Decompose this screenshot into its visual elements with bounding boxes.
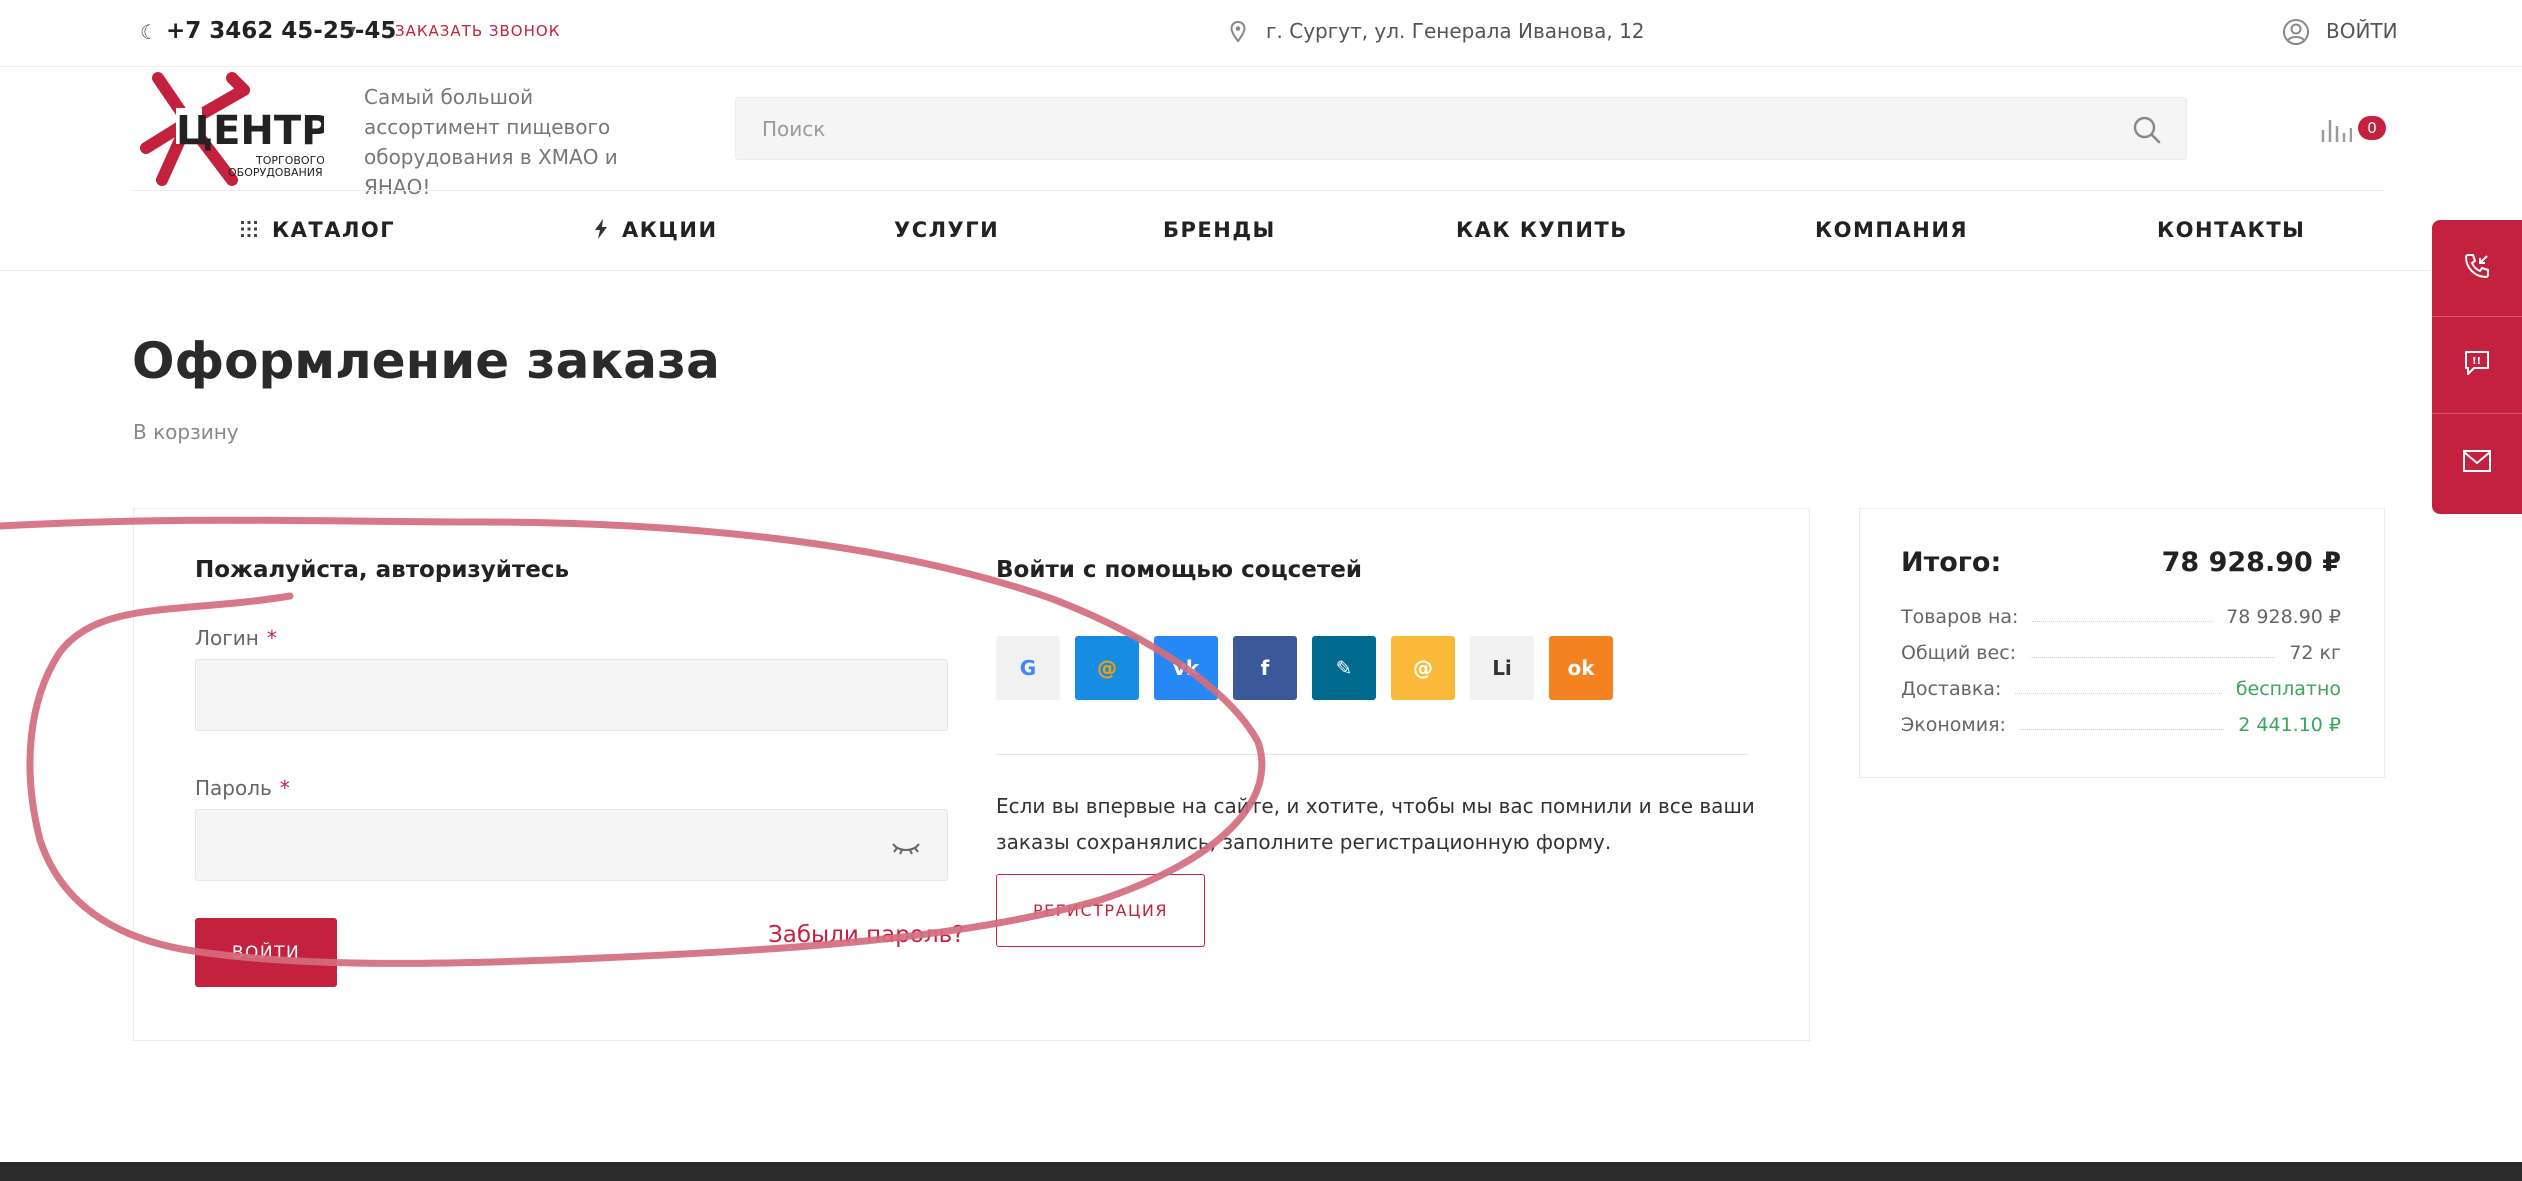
search-icon[interactable]: [2132, 115, 2162, 149]
chat-widget-button[interactable]: !!: [2432, 317, 2522, 414]
nav-item-brands[interactable]: БРЕНДЫ: [1163, 218, 1276, 242]
totals-row-label: Доставка:: [1901, 678, 2002, 700]
nav-item-how-to-buy[interactable]: КАК КУПИТЬ: [1456, 218, 1628, 242]
facebook-icon: f: [1260, 656, 1270, 680]
totals-row-value: 72 кг: [2289, 642, 2341, 664]
nav-item-company[interactable]: КОМПАНИЯ: [1815, 218, 1968, 242]
search-input[interactable]: [736, 98, 2186, 159]
phone-icon: ☾: [140, 20, 158, 44]
social-button-mail[interactable]: @: [1391, 636, 1455, 700]
totals-row: Экономия: 2 441.10 ₽: [1901, 712, 2341, 738]
social-button-facebook[interactable]: f: [1233, 636, 1297, 700]
mailru-icon: @: [1097, 656, 1117, 680]
main-nav: КАТАЛОГ АКЦИИ УСЛУГИ БРЕНДЫ КАК КУПИТЬ К…: [0, 191, 2522, 271]
phone-number[interactable]: +7 3462 45-25-45: [166, 18, 396, 44]
mail-icon: @: [1413, 656, 1433, 680]
totals-sum: 78 928.90 ₽: [2161, 547, 2341, 578]
register-button[interactable]: РЕГИСТРАЦИЯ: [996, 874, 1205, 947]
dotted-leader: [2032, 620, 2213, 622]
totals-row-value: 78 928.90 ₽: [2226, 606, 2341, 628]
login-field: [195, 659, 948, 731]
social-button-mailru[interactable]: @: [1075, 636, 1139, 700]
store-address: г. Сургут, ул. Генерала Иванова, 12: [1266, 19, 1645, 43]
nav-item-catalog[interactable]: КАТАЛОГ: [240, 218, 395, 243]
slogan: Самый большой ассортимент пищевого обору…: [364, 85, 618, 199]
logo-line2: ОБОРУДОВАНИЯ: [228, 166, 323, 179]
dotted-leader: [2015, 692, 2222, 694]
forgot-password-link[interactable]: Забыли пароль?: [768, 922, 964, 948]
compare-count-badge: 0: [2358, 116, 2386, 140]
login-link[interactable]: ВОЙТИ: [2326, 19, 2398, 43]
login-button[interactable]: ВОЙТИ: [195, 918, 337, 987]
password-label-text: Пароль: [195, 776, 272, 800]
social-button-google[interactable]: G: [996, 636, 1060, 700]
auth-title: Пожалуйста, авторизуйтесь: [195, 557, 570, 583]
nav-item-contacts[interactable]: КОНТАКТЫ: [2157, 218, 2305, 242]
phone-incoming-icon: [2462, 251, 2492, 285]
password-input[interactable]: [196, 810, 947, 880]
back-to-cart-link[interactable]: В корзину: [133, 420, 239, 444]
location-pin-icon: [1230, 20, 1246, 47]
social-button-odnoklassniki[interactable]: ok: [1549, 636, 1613, 700]
nav-item-promos[interactable]: АКЦИИ: [594, 218, 718, 244]
livejournal-icon: ✎: [1335, 656, 1353, 680]
site-logo[interactable]: ЦЕНТР ТОРГОВОГО ОБОРУДОВАНИЯ: [132, 68, 331, 192]
totals-row: Доставка: бесплатно: [1901, 676, 2341, 702]
chevron-down-icon[interactable]: ▾: [350, 22, 356, 36]
dotted-leader: [2019, 728, 2225, 730]
nav-item-services[interactable]: УСЛУГИ: [894, 218, 999, 242]
social-button-livejournal[interactable]: ✎: [1312, 636, 1376, 700]
user-icon[interactable]: [2282, 18, 2310, 50]
registration-text: Если вы впервые на сайте, и хотите, чтоб…: [996, 794, 1755, 854]
totals-row-value: 2 441.10 ₽: [2238, 714, 2341, 736]
nav-label: АКЦИИ: [622, 218, 718, 242]
required-mark: *: [266, 626, 277, 650]
login-label-text: Логин: [195, 626, 259, 650]
login-label: Логин *: [195, 626, 277, 650]
login-input[interactable]: [196, 660, 947, 730]
nav-label: КАТАЛОГ: [272, 218, 396, 242]
page-title: Оформление заказа: [132, 332, 720, 390]
grid-icon: [240, 219, 258, 243]
totals-title: Итого:: [1901, 547, 2002, 578]
eye-closed-icon[interactable]: [891, 840, 921, 859]
social-login-title: Войти с помощью соцсетей: [996, 557, 1362, 583]
odnoklassniki-icon: ok: [1567, 656, 1595, 680]
required-mark: *: [279, 776, 290, 800]
envelope-icon: [2462, 449, 2492, 477]
vk-icon: vk: [1172, 656, 1200, 680]
top-bar: ☾ +7 3462 45-25-45 ▾ ЗАКАЗАТЬ ЗВОНОК г. …: [0, 0, 2522, 67]
social-button-liveinternet[interactable]: Li: [1470, 636, 1534, 700]
search-bar: [735, 97, 2187, 160]
side-contact-widgets: !!: [2432, 220, 2522, 514]
email-widget-button[interactable]: [2432, 414, 2522, 511]
totals-row: Общий вес: 72 кг: [1901, 640, 2341, 666]
totals-row-label: Общий вес:: [1901, 642, 2017, 664]
callback-widget-button[interactable]: [2432, 220, 2522, 317]
totals-row-label: Экономия:: [1901, 714, 2006, 736]
totals-row-value: бесплатно: [2235, 678, 2341, 700]
lightning-icon: [594, 218, 608, 244]
liveinternet-icon: Li: [1492, 656, 1512, 680]
password-label: Пароль *: [195, 776, 290, 800]
google-icon: G: [1019, 656, 1037, 680]
divider: [996, 754, 1748, 755]
totals-row: Товаров на: 78 928.90 ₽: [1901, 604, 2341, 630]
svg-text:!!: !!: [2472, 356, 2481, 367]
callback-link[interactable]: ЗАКАЗАТЬ ЗВОНОК: [395, 22, 560, 40]
chat-icon: !!: [2462, 348, 2492, 382]
auth-panel: [133, 508, 1810, 1041]
logo-letter: ЦЕНТР: [176, 108, 324, 154]
footer: [0, 1162, 2522, 1181]
password-field: [195, 809, 948, 881]
totals-row-label: Товаров на:: [1901, 606, 2019, 628]
dotted-leader: [2030, 656, 2276, 658]
compare-icon[interactable]: [2320, 116, 2353, 146]
social-button-vk[interactable]: vk: [1154, 636, 1218, 700]
